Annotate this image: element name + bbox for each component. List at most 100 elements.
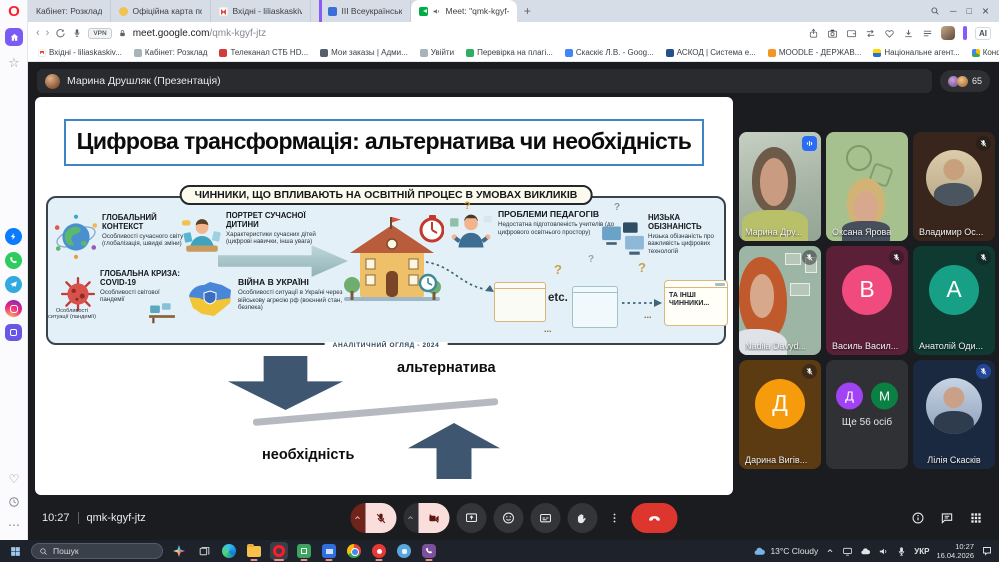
- bookmarks-button[interactable]: [0, 56, 28, 70]
- copilot-button[interactable]: [170, 542, 188, 560]
- minimize-button[interactable]: ─: [950, 7, 956, 16]
- sidebar-more-icon[interactable]: [8, 516, 20, 534]
- meeting-details-icon[interactable]: [911, 511, 925, 525]
- bookmark-item[interactable]: АСКОД | Система е...: [666, 48, 756, 57]
- taskbar-app-viber[interactable]: [420, 542, 438, 560]
- tab-gmail[interactable]: Вхідні - liliaskaskiv@gma: [211, 0, 311, 22]
- flow-icon[interactable]: [865, 28, 876, 39]
- reload-icon[interactable]: [55, 28, 66, 39]
- opera-logo-icon[interactable]: O: [0, 3, 28, 20]
- url-text[interactable]: meet.google.com/qmk-kgyf-jtz: [133, 28, 266, 39]
- mic-off-button[interactable]: [365, 503, 396, 533]
- participant-tile[interactable]: Nadiia Davyd...: [739, 246, 821, 355]
- bookmark-item[interactable]: Конференція_Мате...: [972, 48, 999, 57]
- taskbar-app-chrome[interactable]: [345, 542, 363, 560]
- speed-dial-button[interactable]: [5, 28, 23, 46]
- taskbar-app-green[interactable]: [295, 542, 313, 560]
- share-icon[interactable]: [808, 28, 819, 39]
- overflow-tile[interactable]: Д М Ще 56 осіб: [826, 360, 908, 469]
- taskbar-search[interactable]: Пошук: [31, 543, 163, 559]
- back-icon[interactable]: ‹: [36, 28, 40, 39]
- onedrive-icon[interactable]: [860, 546, 871, 557]
- reading-list-icon[interactable]: [922, 28, 933, 39]
- bookmark-label: Конференція_Мате...: [983, 48, 999, 57]
- maximize-button[interactable]: □: [967, 7, 972, 16]
- lock-icon[interactable]: [118, 29, 127, 38]
- mic-options-chevron-icon[interactable]: [350, 503, 365, 533]
- taskbar-app-blue[interactable]: [320, 542, 338, 560]
- participant-tile[interactable]: В Василь Васил...: [826, 246, 908, 355]
- participant-tile[interactable]: А Анатолій Оди...: [913, 246, 995, 355]
- captions-button[interactable]: [530, 503, 560, 533]
- messenger-icon[interactable]: [5, 228, 22, 245]
- display-icon[interactable]: [842, 546, 853, 557]
- aria-sidebar-toggle[interactable]: [963, 26, 967, 40]
- mic-control[interactable]: [350, 503, 396, 533]
- bookmark-item[interactable]: Вхідні - liliaskaskiv...: [38, 48, 122, 57]
- vpn-badge[interactable]: VPN: [88, 28, 111, 39]
- presenter-banner[interactable]: Марина Друшляк (Презентація): [37, 69, 932, 93]
- history-icon[interactable]: [8, 496, 20, 508]
- notifications-icon[interactable]: [981, 545, 993, 557]
- sidebar-app-icon[interactable]: [5, 324, 22, 341]
- bookmark-item[interactable]: Національне агент...: [873, 48, 959, 57]
- new-tab-button[interactable]: +: [517, 0, 537, 22]
- taskbar-app-red[interactable]: [370, 542, 388, 560]
- participants-pill[interactable]: 65: [940, 70, 990, 92]
- bookmark-item[interactable]: MOODLE - ДЕРЖАВ...: [768, 48, 862, 57]
- bookmark-heart-icon[interactable]: [884, 28, 895, 39]
- bookmark-item[interactable]: Мои заказы | Адми...: [320, 48, 408, 57]
- taskbar-app-edge[interactable]: [220, 542, 238, 560]
- bookmark-item[interactable]: Перевірка на плагі...: [466, 48, 553, 57]
- telegram-icon[interactable]: [5, 276, 22, 293]
- wallet-icon[interactable]: [846, 28, 857, 39]
- raise-hand-button[interactable]: [567, 503, 597, 533]
- language-indicator[interactable]: УКР: [914, 547, 929, 556]
- participant-tile[interactable]: Марина Дру...: [739, 132, 821, 241]
- task-view-button[interactable]: [195, 542, 213, 560]
- taskbar-app-explorer[interactable]: [245, 542, 263, 560]
- tray-chevron-icon[interactable]: [825, 546, 835, 556]
- address-bar[interactable]: ‹ › VPN meet.google.com/qmk-kgyf-jtz AI: [28, 22, 999, 44]
- favorites-icon[interactable]: [9, 470, 20, 488]
- chat-icon[interactable]: [940, 511, 954, 525]
- volume-icon[interactable]: [878, 546, 889, 557]
- bookmark-item[interactable]: Кабінет: Розклад: [134, 48, 208, 57]
- taskbar-clock[interactable]: 10:27 16.04.2026: [936, 542, 974, 561]
- ai-badge[interactable]: AI: [975, 27, 991, 40]
- taskbar-app-skype[interactable]: [395, 542, 413, 560]
- reactions-button[interactable]: [493, 503, 523, 533]
- tray-mic-icon[interactable]: [896, 546, 907, 557]
- tab-air-map[interactable]: Офіційна карта повітря: [111, 0, 211, 22]
- profile-avatar[interactable]: [941, 26, 955, 40]
- tab-schedule[interactable]: Кабінет: Розклад: [28, 0, 111, 22]
- forward-icon[interactable]: ›: [46, 28, 50, 39]
- participant-tile[interactable]: Владимир Ос...: [913, 132, 995, 241]
- snapshot-icon[interactable]: [827, 28, 838, 39]
- participant-tile[interactable]: Лілія Скасків: [913, 360, 995, 469]
- more-options-button[interactable]: [604, 503, 624, 533]
- present-button[interactable]: [456, 503, 486, 533]
- camera-options-chevron-icon[interactable]: [403, 503, 418, 533]
- activities-grid-icon[interactable]: [969, 511, 983, 525]
- voice-search-icon[interactable]: [72, 28, 82, 38]
- weather-widget[interactable]: 13°C Cloudy: [753, 545, 818, 558]
- camera-off-button[interactable]: [418, 503, 449, 533]
- tab-meet-active[interactable]: Meet: "qmk-kgyf-: [411, 0, 517, 22]
- tab-search-icon[interactable]: [930, 6, 940, 16]
- leave-call-button[interactable]: [631, 503, 677, 533]
- instagram-icon[interactable]: [5, 300, 22, 317]
- bookmark-item[interactable]: Скаскіє Л.В. - Goog...: [565, 48, 654, 57]
- bookmark-item[interactable]: Телеканал СТБ HD...: [219, 48, 308, 57]
- participant-tile[interactable]: Д Дарина Вигів...: [739, 360, 821, 469]
- downloads-icon[interactable]: [903, 28, 914, 39]
- tab-audio-icon[interactable]: [432, 7, 441, 16]
- participant-tile[interactable]: Оксана Ярова: [826, 132, 908, 241]
- whatsapp-icon[interactable]: [5, 252, 22, 269]
- close-button[interactable]: ×: [982, 5, 989, 17]
- tab-conference[interactable]: ІІІ Всеукраїнська конфе: [311, 0, 411, 22]
- bookmark-item[interactable]: Увійти: [420, 48, 454, 57]
- taskbar-app-opera[interactable]: [270, 542, 288, 560]
- camera-control[interactable]: [403, 503, 449, 533]
- start-button[interactable]: [6, 542, 24, 560]
